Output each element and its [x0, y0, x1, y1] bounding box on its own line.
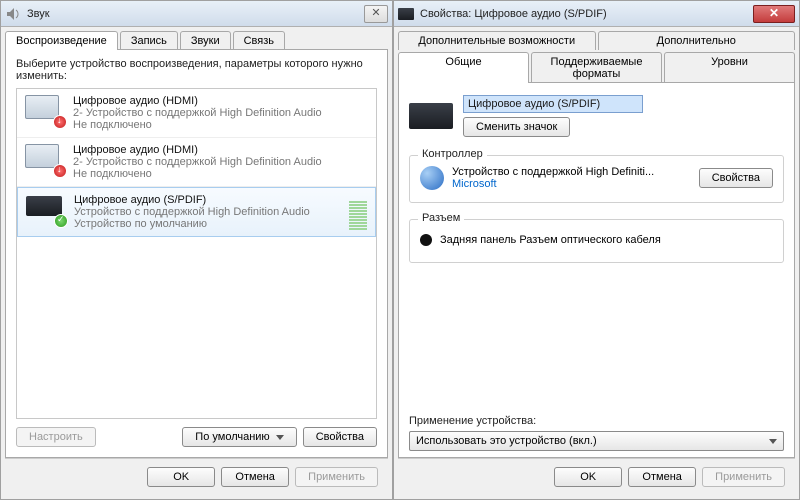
- speaker-icon: [5, 6, 21, 22]
- dialog-buttons: OK Отмена Применить: [398, 458, 795, 495]
- tab-general[interactable]: Общие: [398, 52, 529, 83]
- monitor-icon: [25, 95, 65, 127]
- jack-text: Задняя панель Разъем оптического кабеля: [440, 234, 661, 246]
- chevron-down-icon: [769, 439, 777, 444]
- status-disconnected-icon: [53, 115, 67, 129]
- dialog-buttons: OK Отмена Применить: [5, 458, 388, 495]
- controller-name: Устройство с поддержкой High Definiti...: [452, 166, 691, 178]
- close-button[interactable]: ✕: [753, 5, 795, 23]
- change-icon-button[interactable]: Сменить значок: [463, 117, 570, 137]
- status-disconnected-icon: [53, 164, 67, 178]
- device-subtitle: Устройство с поддержкой High Definition …: [74, 206, 343, 218]
- ok-button[interactable]: OK: [147, 467, 215, 487]
- tab-advanced[interactable]: Дополнительно: [598, 31, 796, 50]
- spdif-icon: [26, 194, 66, 226]
- tab-communications[interactable]: Связь: [233, 31, 285, 50]
- titlebar[interactable]: Свойства: Цифровое аудио (S/PDIF) ✕: [394, 1, 799, 27]
- ok-button[interactable]: OK: [554, 467, 622, 487]
- controller-group: Контроллер Устройство с поддержкой High …: [409, 155, 784, 203]
- tab-recording[interactable]: Запись: [120, 31, 178, 50]
- device-name-input[interactable]: [463, 95, 643, 113]
- device-item[interactable]: Цифровое аудио (HDMI) 2- Устройство с по…: [17, 138, 376, 187]
- jack-group: Разъем Задняя панель Разъем оптического …: [409, 219, 784, 263]
- tabs-row-2: Общие Поддерживаемые форматы Уровни: [394, 52, 799, 83]
- device-name: Цифровое аудио (HDMI): [73, 95, 368, 107]
- apply-button: Применить: [702, 467, 785, 487]
- device-list[interactable]: Цифровое аудио (HDMI) 2- Устройство с по…: [16, 88, 377, 419]
- device-status: Не подключено: [73, 168, 368, 180]
- window-title: Звук: [27, 8, 364, 20]
- tab-sounds[interactable]: Звуки: [180, 31, 231, 50]
- spdif-icon: [398, 8, 414, 20]
- properties-button[interactable]: Свойства: [303, 427, 377, 447]
- level-meter: [349, 194, 367, 230]
- jack-legend: Разъем: [418, 212, 464, 224]
- apply-button: Применить: [295, 467, 378, 487]
- configure-button: Настроить: [16, 427, 96, 447]
- tab-supported-formats[interactable]: Поддерживаемые форматы: [531, 52, 662, 83]
- controller-icon: [420, 166, 444, 190]
- tab-panel: Выберите устройство воспроизведения, пар…: [5, 49, 388, 458]
- monitor-icon: [25, 144, 65, 176]
- device-status: Не подключено: [73, 119, 368, 131]
- tabs-row-1: Дополнительные возможности Дополнительно: [394, 27, 799, 50]
- device-subtitle: 2- Устройство с поддержкой High Definiti…: [73, 156, 368, 168]
- tab-enhancements[interactable]: Дополнительные возможности: [398, 31, 596, 50]
- device-name: Цифровое аудио (HDMI): [73, 144, 368, 156]
- chevron-down-icon: [276, 435, 284, 440]
- titlebar[interactable]: Звук ✕: [1, 1, 392, 27]
- jack-color-icon: [420, 234, 432, 246]
- cancel-button[interactable]: Отмена: [221, 467, 289, 487]
- usage-select[interactable]: Использовать это устройство (вкл.): [409, 431, 784, 451]
- controller-vendor-link[interactable]: Microsoft: [452, 178, 691, 190]
- device-name: Цифровое аудио (S/PDIF): [74, 194, 343, 206]
- tab-playback[interactable]: Воспроизведение: [5, 31, 118, 50]
- device-large-icon: [409, 101, 453, 131]
- sound-window: Звук ✕ Воспроизведение Запись Звуки Связ…: [0, 0, 393, 500]
- set-default-label: По умолчанию: [195, 431, 269, 443]
- controller-properties-button[interactable]: Свойства: [699, 168, 773, 188]
- window-title: Свойства: Цифровое аудио (S/PDIF): [420, 8, 753, 20]
- controller-legend: Контроллер: [418, 148, 487, 160]
- tab-levels[interactable]: Уровни: [664, 52, 795, 83]
- general-panel: Сменить значок Контроллер Устройство с п…: [398, 82, 795, 458]
- set-default-button[interactable]: По умолчанию: [182, 427, 296, 447]
- cancel-button[interactable]: Отмена: [628, 467, 696, 487]
- tabs: Воспроизведение Запись Звуки Связь: [1, 27, 392, 50]
- status-default-icon: [54, 214, 68, 228]
- properties-window: Свойства: Цифровое аудио (S/PDIF) ✕ Допо…: [393, 0, 800, 500]
- usage-value: Использовать это устройство (вкл.): [416, 435, 597, 447]
- device-item-selected[interactable]: Цифровое аудио (S/PDIF) Устройство с под…: [17, 187, 376, 237]
- device-status: Устройство по умолчанию: [74, 218, 343, 230]
- device-item[interactable]: Цифровое аудио (HDMI) 2- Устройство с по…: [17, 89, 376, 138]
- instruction-text: Выберите устройство воспроизведения, пар…: [16, 58, 377, 82]
- close-button[interactable]: ✕: [364, 5, 388, 23]
- usage-label: Применение устройства:: [409, 415, 784, 427]
- device-subtitle: 2- Устройство с поддержкой High Definiti…: [73, 107, 368, 119]
